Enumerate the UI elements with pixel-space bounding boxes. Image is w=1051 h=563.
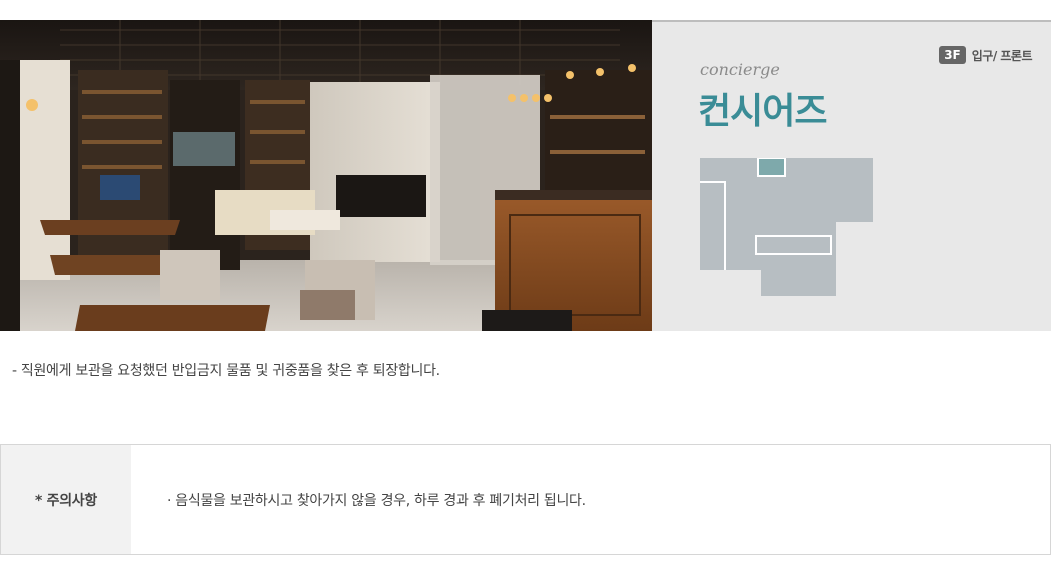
map-area-left [700,182,724,270]
floor-map [700,158,873,296]
map-area-lower [726,222,836,270]
notice-text: · 음식물을 보관하시고 찾아가지 않을 경우, 하루 경과 후 폐기처리 됩니… [167,492,586,509]
facility-info-panel: 3F 입구/ 프론트 concierge 컨시어즈 [652,20,1051,331]
facility-description: - 직원에게 보관을 요청했던 반입금지 물품 및 귀중품을 찾은 후 퇴장합니… [12,363,440,379]
lobby-image [0,20,652,331]
notice-label: * 주의사항 [1,445,131,554]
facility-subtitle: concierge [700,60,780,79]
map-area-left-top [700,158,726,182]
facility-title: 컨시어즈 [698,91,827,132]
floor-badge: 3F [939,46,966,64]
map-highlight-concierge [757,158,786,177]
map-area-main [726,158,873,222]
floor-indicator: 3F 입구/ 프론트 [939,46,1033,64]
concierge-lobby-photo [0,20,652,331]
floor-location: 입구/ 프론트 [971,48,1033,63]
map-area-bottom [761,270,836,296]
notice-box: * 주의사항 · 음식물을 보관하시고 찾아가지 않을 경우, 하루 경과 후 … [0,444,1051,555]
facility-header: 3F 입구/ 프론트 concierge 컨시어즈 [0,20,1051,331]
